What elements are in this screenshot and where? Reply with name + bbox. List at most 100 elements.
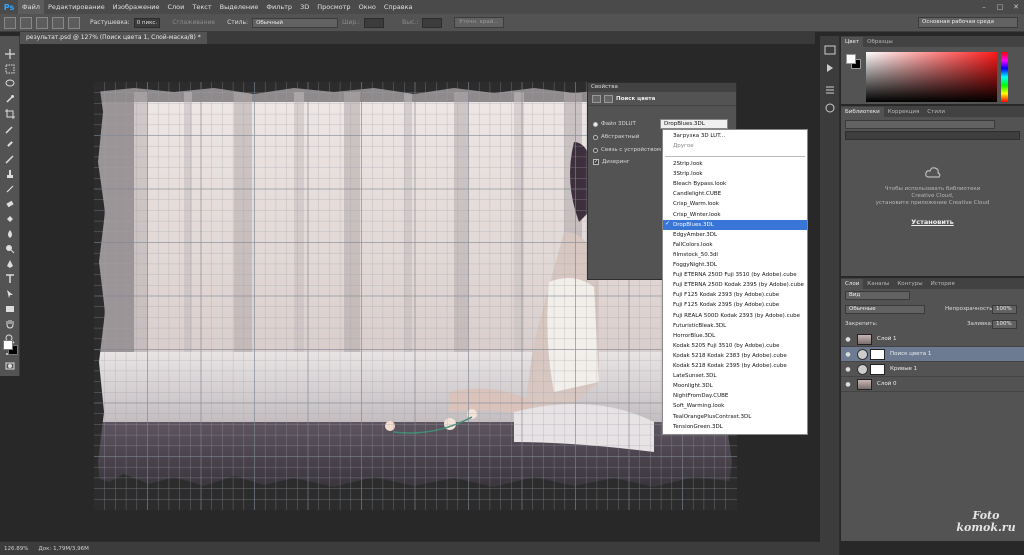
dropdown-item[interactable]: Bleach Bypass.look [663, 179, 807, 189]
layer-row[interactable]: ● Кривые 1 [841, 362, 1024, 377]
dropdown-item[interactable]: LateSunset.3DL [663, 371, 807, 381]
option-dither[interactable]: ✓ Дизеринг [593, 159, 630, 165]
antialias-checkbox[interactable]: Сглаживание [172, 19, 215, 26]
lut-file-select[interactable]: DropBlues.3DL [660, 119, 728, 129]
healing-brush-tool-icon[interactable] [3, 138, 17, 150]
quick-mask-icon[interactable] [3, 360, 17, 372]
dropdown-item[interactable]: NightFromDay.CUBE [663, 391, 807, 401]
dropdown-item[interactable]: 3Strip.look [663, 169, 807, 179]
dropdown-item[interactable]: Fuji ETERNA 250D Fuji 3510 (by Adobe).cu… [663, 270, 807, 280]
dropdown-item-selected[interactable]: DropBlues.3DL [663, 219, 807, 230]
rectangle-tool-icon[interactable] [3, 303, 17, 315]
feather-input[interactable]: 0 пикс. [133, 17, 161, 28]
dropdown-item[interactable]: Kodak 5218 Kodak 2383 (by Adobe).cube [663, 351, 807, 361]
dropdown-item-load-lut[interactable]: Загрузка 3D LUT... [663, 131, 807, 141]
layer-name[interactable]: Слой 0 [877, 381, 897, 387]
menu-edit[interactable]: Редактирование [44, 0, 109, 14]
minimize-button[interactable]: – [976, 0, 992, 14]
dropdown-item[interactable]: Crisp_Warm.look [663, 199, 807, 209]
menu-select[interactable]: Выделение [216, 0, 263, 14]
dropdown-item[interactable]: Fuji F125 Kodak 2395 (by Adobe).cube [663, 300, 807, 310]
tab-color[interactable]: Цвет [841, 37, 864, 47]
tab-styles[interactable]: Стили [923, 107, 949, 117]
style-select[interactable]: Обычный [252, 17, 339, 28]
properties-header[interactable]: Свойства [588, 83, 736, 92]
dropdown-item[interactable]: HorrorBlue.3DL [663, 331, 807, 341]
layer-row-selected[interactable]: ● Поиск цвета 1 [841, 347, 1024, 362]
visibility-eye-icon[interactable]: ● [841, 351, 855, 358]
marquee-tool-icon[interactable] [3, 63, 17, 75]
layer-row[interactable]: ● Слой 0 [841, 377, 1024, 392]
workspace-select[interactable]: Основная рабочая среда [918, 17, 1018, 28]
dropdown-item[interactable]: EdgyAmber.3DL [663, 230, 807, 240]
radio-device-link[interactable] [593, 147, 598, 153]
option-device-link[interactable]: Связь с устройством [593, 147, 661, 153]
crop-tool-icon[interactable] [3, 108, 17, 120]
clone-stamp-tool-icon[interactable] [3, 168, 17, 180]
dropdown-item[interactable]: Soft_Warming.look [663, 401, 807, 411]
document-tab[interactable]: результат.psd @ 127% (Поиск цвета 1, Сло… [20, 32, 207, 44]
option-abstract[interactable]: Абстрактный [593, 134, 639, 140]
tab-layers[interactable]: Слои [841, 279, 864, 289]
close-button[interactable]: ✕ [1008, 0, 1024, 14]
tab-adjustments[interactable]: Коррекция [884, 107, 924, 117]
marquee-tool-preset-icon[interactable] [4, 16, 16, 29]
intersect-selection-icon[interactable] [68, 16, 80, 29]
subtract-selection-icon[interactable] [52, 16, 64, 29]
hue-slider[interactable] [1001, 52, 1008, 102]
paint-bucket-tool-icon[interactable] [3, 213, 17, 225]
layer-row[interactable]: ● Слой 1 [841, 332, 1024, 347]
hand-tool-icon[interactable] [3, 318, 17, 330]
option-3dlut-file[interactable]: Файл 3DLUT [593, 121, 636, 127]
dropdown-item[interactable]: FoggyNight.3DL [663, 260, 807, 270]
menu-type[interactable]: Текст [188, 0, 215, 14]
maximize-button[interactable]: □ [992, 0, 1008, 14]
dropdown-item[interactable]: TealOrangePlusContrast.3DL [663, 412, 807, 422]
dropdown-item[interactable]: filmstock_50.3dl [663, 250, 807, 260]
history-brush-tool-icon[interactable] [3, 183, 17, 195]
history-panel-icon[interactable] [824, 44, 836, 56]
dodge-tool-icon[interactable] [3, 243, 17, 255]
visibility-eye-icon[interactable]: ● [841, 336, 855, 343]
menu-filter[interactable]: Фильтр [262, 0, 296, 14]
layer-name[interactable]: Поиск цвета 1 [890, 351, 931, 357]
tab-paths[interactable]: Контуры [893, 279, 926, 289]
layer-mask-thumbnail[interactable] [870, 348, 885, 360]
quick-select-tool-icon[interactable] [3, 93, 17, 105]
dropdown-item[interactable]: FuturisticBleak.3DL [663, 321, 807, 331]
dropdown-item[interactable]: Moonlight.3DL [663, 381, 807, 391]
refine-edge-button[interactable]: Уточн. край... [454, 17, 504, 28]
tab-libraries[interactable]: Библиотеки [841, 107, 884, 117]
dropdown-item[interactable]: Candlelight.CUBE [663, 189, 807, 199]
dropdown-item[interactable]: TensionGreen.3DL [663, 422, 807, 432]
menu-file[interactable]: Файл [18, 0, 44, 14]
menu-help[interactable]: Справка [380, 0, 417, 14]
install-link[interactable]: Установить [841, 218, 1024, 226]
menu-view[interactable]: Просмотр [313, 0, 354, 14]
properties-panel-icon[interactable] [824, 84, 836, 96]
color-picker-field[interactable] [866, 52, 997, 102]
dropdown-item[interactable]: Crisp_Winter.look [663, 210, 807, 220]
move-tool-icon[interactable] [3, 48, 17, 60]
dither-checkbox[interactable]: ✓ [593, 159, 599, 165]
add-selection-icon[interactable] [36, 16, 48, 29]
width-input[interactable] [364, 17, 385, 28]
tab-channels[interactable]: Каналы [863, 279, 893, 289]
info-panel-icon[interactable] [824, 102, 836, 114]
new-selection-icon[interactable] [20, 16, 32, 29]
radio-abstract[interactable] [593, 134, 598, 140]
dropdown-item[interactable]: Fuji ETERNA 250D Kodak 2395 (by Adobe).c… [663, 280, 807, 290]
blend-mode-select[interactable]: Обычные [845, 305, 925, 314]
layer-name[interactable]: Кривые 1 [890, 366, 917, 372]
eyedropper-tool-icon[interactable] [3, 123, 17, 135]
dropdown-item[interactable]: Kodak 5205 Fuji 3510 (by Adobe).cube [663, 341, 807, 351]
tab-history[interactable]: История [927, 279, 959, 289]
layer-name[interactable]: Слой 1 [877, 336, 897, 342]
path-select-tool-icon[interactable] [3, 288, 17, 300]
menu-3d[interactable]: 3D [296, 0, 313, 14]
lasso-tool-icon[interactable] [3, 78, 17, 90]
radio-3dlut[interactable] [593, 121, 598, 127]
dropdown-item[interactable]: Fuji REALA 500D Kodak 2393 (by Adobe).cu… [663, 311, 807, 321]
height-input[interactable] [422, 17, 443, 28]
brush-tool-icon[interactable] [3, 153, 17, 165]
